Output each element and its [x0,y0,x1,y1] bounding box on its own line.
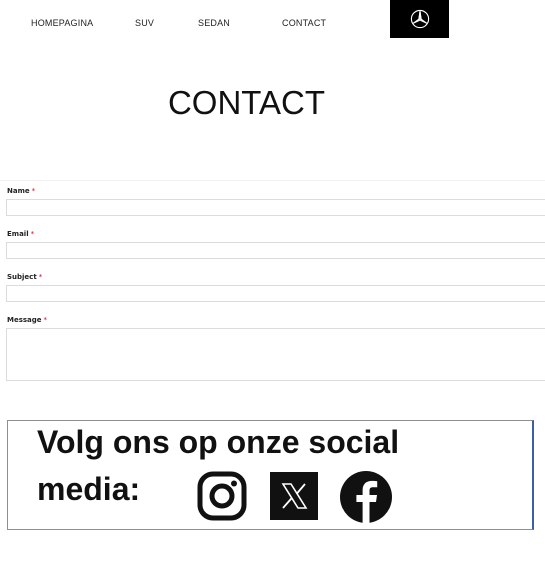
mercedes-star-icon [410,9,429,29]
subject-field[interactable] [6,285,545,302]
name-label: Name * [7,187,35,195]
message-label-text: Message [7,316,42,324]
instagram-icon[interactable] [197,471,247,521]
form-divider [0,180,545,181]
required-marker: * [38,273,43,281]
page-title: CONTACT [167,84,326,121]
logo-button[interactable] [390,0,449,38]
facebook-icon[interactable] [340,471,392,523]
message-field[interactable] [6,328,545,381]
subject-label: Subject * [7,273,42,281]
x-icon[interactable] [270,472,318,520]
required-marker: * [31,187,36,195]
email-label-text: Email [7,230,29,238]
email-label: Email * [7,230,34,238]
nav-link-homepagina[interactable]: HOMEPAGINA [31,18,93,28]
nav-link-sedan[interactable]: SEDAN [198,18,230,28]
email-field[interactable] [6,242,545,259]
nav-link-contact[interactable]: CONTACT [282,18,326,28]
message-label: Message * [7,316,47,324]
social-heading-line2: media: [37,471,141,507]
name-label-text: Name [7,187,30,195]
social-heading-line1: Volg ons op onze social [37,424,400,460]
name-field[interactable] [6,199,545,216]
required-marker: * [30,230,35,238]
required-marker: * [43,316,48,324]
subject-label-text: Subject [7,273,37,281]
nav-link-suv[interactable]: SUV [135,18,154,28]
social-media-banner: Volg ons op onze social media: [7,420,534,530]
